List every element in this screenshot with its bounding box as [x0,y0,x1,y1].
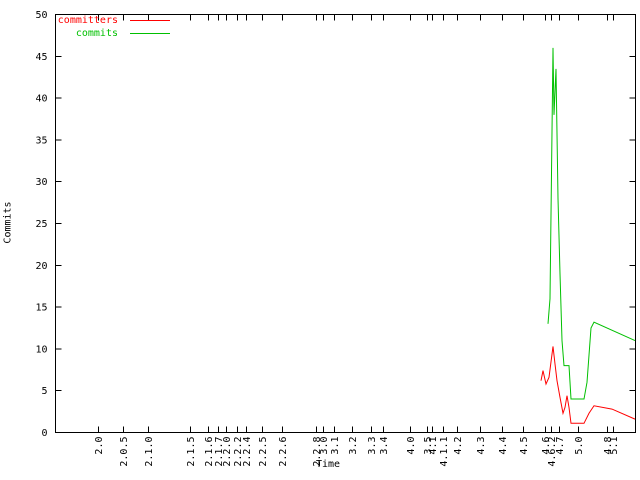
x-tick-label: 4.0 [406,437,417,455]
y-tick-label: 5 [41,386,47,397]
legend-label-committers: committers [56,15,118,26]
x-tick-label: 2.2.0 [222,437,233,467]
x-tick-label: 2.2.6 [278,437,289,467]
x-tick-label: 2.0 [94,437,105,455]
x-tick-label: 4.5 [519,437,530,455]
x-tick-label: 3.4 [379,437,390,455]
x-tick-label: 5.0 [574,437,585,455]
y-tick-label: 30 [35,177,47,188]
x-tick-label: 3.2 [348,437,359,455]
x-tick-label: 5.1 [609,437,620,455]
x-tick-label: 2.1.5 [186,437,197,467]
y-tick-label: 40 [35,94,47,105]
legend-line-sample-commits [130,33,170,34]
series-line-commits [548,48,635,399]
legend: committers commits [56,14,170,40]
x-tick-label: 2.2.4 [242,437,253,467]
x-tick-label: 2.0.5 [119,437,130,467]
y-tick-label: 15 [35,303,47,314]
x-tick-label: 3.1 [330,437,341,455]
x-tick-label: 2.1.0 [144,437,155,467]
commit-history-chart: 0 5 10 15 20 25 30 35 40 45 50 2.0 2.0.5 2.1.0 2.1.5 2.… [0,0,640,480]
legend-entry-committers: committers [56,14,170,27]
plot-canvas: 0 5 10 15 20 25 30 35 40 45 50 2.0 2.0.5 2.1.0 2.1.5 2.… [0,0,640,480]
y-tick-label: 35 [35,135,47,146]
y-tick-label: 20 [35,261,47,272]
legend-label-commits: commits [56,28,118,39]
x-tick-label: 3.0 [319,437,330,455]
x-tick-label: 4.4 [498,437,509,455]
y-axis-title: Commits [3,183,16,263]
y-tick-label: 45 [35,52,47,63]
x-tick-label: 3.3 [367,437,378,455]
y-tick-label: 50 [35,10,47,21]
x-tick-label: 4.1 [428,437,439,455]
y-tick-label: 10 [35,344,47,355]
x-tick-label: 2.2.5 [258,437,269,467]
x-tick-label: 4.2 [453,437,464,455]
x-axis-title: Time [298,459,358,472]
x-tick-label: 4.1.1 [439,437,450,467]
x-tick-label: 4.7 [555,437,566,455]
y-tick-label: 0 [41,428,47,439]
plot-frame [56,15,636,433]
legend-line-sample-committers [130,20,170,21]
series-line-committers [541,346,635,423]
y-tick-label: 25 [35,219,47,230]
x-tick-label: 4.3 [476,437,487,455]
legend-entry-commits: commits [56,27,170,40]
